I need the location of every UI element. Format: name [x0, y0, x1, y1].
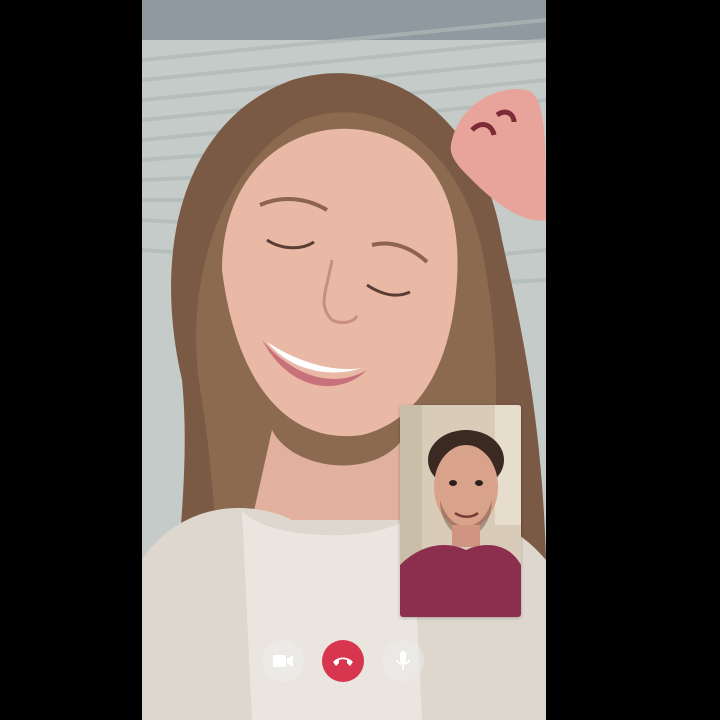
- call-controls: [142, 640, 546, 684]
- video-camera-icon: [273, 655, 293, 667]
- end-call-icon: [333, 657, 353, 666]
- microphone-icon: [396, 651, 410, 670]
- end-call-button[interactable]: [322, 640, 364, 682]
- mute-microphone-button[interactable]: [382, 640, 424, 682]
- video-call-window: [142, 0, 546, 720]
- self-view-preview[interactable]: [400, 405, 521, 617]
- call-screen: [0, 0, 720, 720]
- self-camera-image: [400, 405, 521, 617]
- toggle-video-button[interactable]: [262, 640, 304, 682]
